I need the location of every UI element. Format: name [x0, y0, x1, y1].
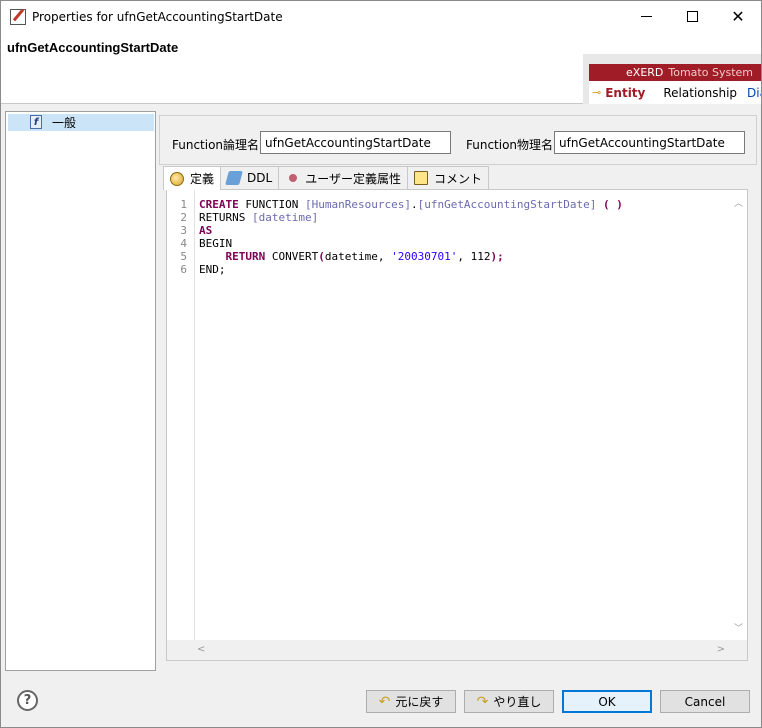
physical-name-label: Function物理名	[466, 138, 554, 152]
line-number: 1	[180, 198, 187, 211]
code-token: ( )	[596, 198, 623, 211]
code-token: BEGIN	[199, 237, 233, 250]
code-token: , 112	[457, 250, 491, 263]
code-token: CONVERT	[265, 250, 319, 263]
brand-banner: eXERD Tomato System ⊸ Entity Relationshi…	[583, 54, 761, 104]
code-token: RETURN	[225, 250, 266, 263]
code-line: END;	[199, 263, 623, 276]
properties-icon	[10, 8, 26, 25]
scroll-left-icon[interactable]: <	[197, 644, 205, 655]
tab-definition[interactable]: 定義	[163, 166, 222, 190]
code-token: [HumanResources]	[304, 198, 411, 211]
name-fields: Function論理名 Function物理名	[159, 115, 757, 165]
line-number: 2	[180, 211, 187, 224]
comment-icon	[413, 171, 428, 185]
maximize-icon	[686, 11, 698, 22]
code-token: CREATE	[199, 198, 239, 211]
code-line: RETURNS [datetime]	[199, 211, 623, 224]
code-token: [ufnGetAccountingStartDate]	[417, 198, 597, 211]
code-token: END;	[199, 263, 226, 276]
close-icon: ✕	[731, 7, 745, 26]
scroll-down-icon[interactable]: ﹀	[734, 621, 743, 634]
title-bar: Properties for ufnGetAccountingStartDate…	[1, 1, 761, 32]
redo-button[interactable]: ↷ やり直し	[464, 690, 554, 713]
code-token: (	[318, 250, 325, 263]
redo-label: やり直し	[493, 695, 542, 709]
user-defined-icon	[289, 174, 298, 182]
ok-button[interactable]: OK	[562, 690, 652, 713]
undo-button[interactable]: ↶ 元に戻す	[366, 690, 456, 713]
scroll-up-icon[interactable]: ︿	[734, 196, 743, 209]
code-line: CREATE FUNCTION [HumanResources]. [ufnGet…	[199, 198, 623, 211]
tab-bar: 定義 DDL ユーザー定義属性 コメント	[163, 166, 489, 190]
property-panel: Function論理名 Function物理名 定義 DDL ユーザー定義属性 …	[159, 111, 757, 671]
code-token: datetime,	[324, 250, 392, 263]
code-line: AS	[199, 224, 623, 237]
minimize-button[interactable]	[623, 1, 669, 32]
brand-company: Tomato System	[668, 66, 753, 79]
key-icon: ⊸	[592, 86, 602, 99]
code-token: [datetime]	[251, 211, 319, 224]
horizontal-scrollbar[interactable]: < >	[167, 640, 747, 660]
line-number-gutter: 123456	[167, 190, 195, 640]
code-line: BEGIN	[199, 237, 623, 250]
brand-tab-entity: Entity	[605, 85, 646, 100]
ddl-icon	[225, 171, 243, 185]
help-button[interactable]: ?	[17, 690, 38, 711]
vertical-scrollbar[interactable]: ︿ ﹀	[730, 190, 747, 640]
physical-name-input[interactable]	[554, 131, 745, 154]
line-number: 6	[180, 263, 187, 276]
tab-label: DDL	[247, 171, 273, 185]
code-token: RETURNS	[199, 211, 252, 224]
tree-item-general[interactable]: f 一般	[8, 114, 154, 131]
code-line: RETURN CONVERT(datetime, '20030701', 112…	[199, 250, 623, 263]
line-number: 5	[180, 250, 187, 263]
code-token: FUNCTION	[238, 198, 305, 211]
line-number: 4	[180, 237, 187, 250]
close-button[interactable]: ✕	[715, 1, 761, 32]
code-token: );	[490, 250, 504, 263]
brand-tab-diagram: Diag	[747, 85, 761, 100]
sql-editor[interactable]: 123456 CREATE FUNCTION [HumanResources].…	[166, 189, 748, 661]
category-tree: f 一般	[5, 111, 156, 671]
code-token: .	[410, 198, 418, 211]
tab-comment[interactable]: コメント	[406, 166, 489, 189]
maximize-button[interactable]	[669, 1, 715, 32]
code-area[interactable]: CREATE FUNCTION [HumanResources]. [ufnGet…	[199, 198, 623, 276]
window-title: Properties for ufnGetAccountingStartDate	[32, 9, 283, 24]
line-number: 3	[180, 224, 187, 237]
tab-label: 定義	[190, 172, 215, 186]
function-icon: f	[30, 115, 42, 129]
cancel-button[interactable]: Cancel	[660, 690, 750, 713]
undo-label: 元に戻す	[395, 695, 444, 709]
code-token: AS	[199, 224, 213, 237]
brand-tab-relationship: Relationship	[663, 85, 738, 100]
brand-tabs: ⊸ Entity Relationship Diag	[589, 81, 761, 104]
tab-label: コメント	[433, 171, 482, 186]
scroll-right-icon[interactable]: >	[717, 644, 725, 655]
brand-bar: eXERD Tomato System	[589, 64, 761, 81]
redo-icon: ↷	[476, 693, 489, 710]
logical-name-label: Function論理名	[172, 138, 260, 152]
code-token: '20030701'	[391, 250, 458, 263]
entity-title: ufnGetAccountingStartDate	[7, 40, 179, 55]
tree-item-label: 一般	[52, 116, 77, 130]
tab-label: ユーザー定義属性	[305, 171, 401, 186]
minimize-icon	[640, 16, 652, 17]
definition-icon	[170, 171, 184, 186]
brand-product: eXERD	[626, 66, 664, 79]
properties-dialog: Properties for ufnGetAccountingStartDate…	[0, 0, 762, 728]
dialog-header: ufnGetAccountingStartDate eXERD Tomato S…	[1, 32, 761, 104]
logical-name-input[interactable]	[260, 131, 451, 154]
tab-ddl[interactable]: DDL	[220, 166, 280, 189]
tab-user-defined[interactable]: ユーザー定義属性	[278, 166, 408, 189]
undo-icon: ↶	[378, 693, 391, 710]
